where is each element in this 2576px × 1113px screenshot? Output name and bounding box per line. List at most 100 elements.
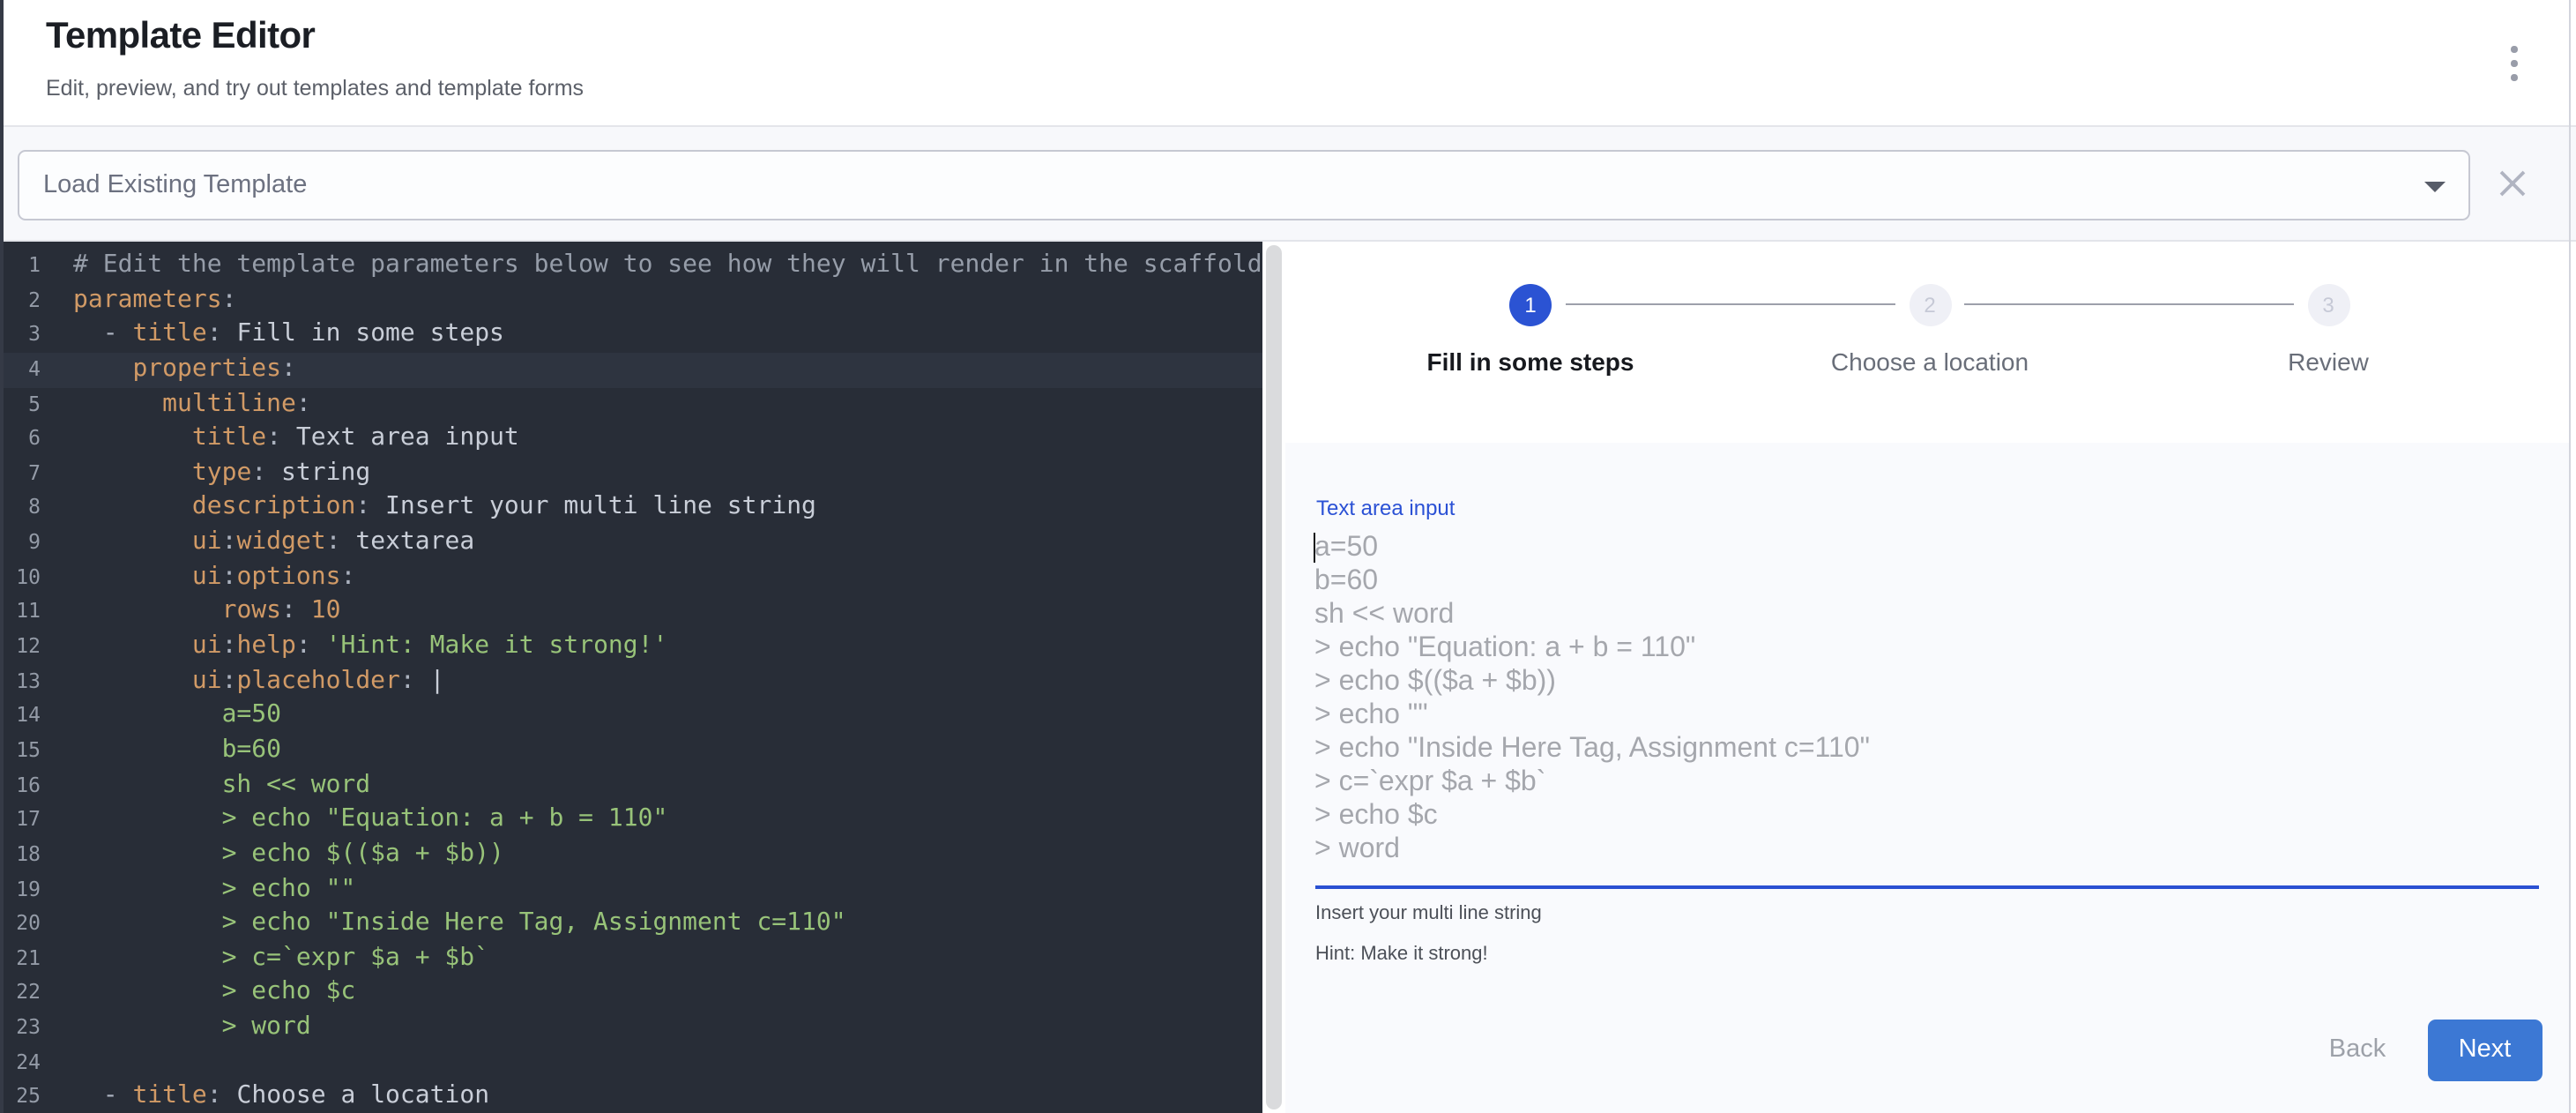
line-code: b=60 [41, 734, 281, 768]
close-icon[interactable] [2497, 168, 2528, 199]
line-number: 18 [0, 838, 41, 872]
field-description: Insert your multi line string [1315, 903, 1542, 924]
line-number: 15 [0, 734, 41, 768]
line-number: 4 [0, 353, 41, 387]
line-code: - title: Fill in some steps [41, 318, 504, 353]
line-code: > echo $(($a + $b)) [41, 838, 504, 872]
step-label-2: Choose a location [1831, 347, 2029, 376]
line-code: > echo "Equation: a + b = 110" [41, 803, 667, 838]
line-code: > echo "" [41, 872, 355, 907]
line-number: 21 [0, 942, 41, 976]
editor-line: 14 a=50 [0, 699, 1262, 734]
editor-line: 18 > echo $(($a + $b)) [0, 838, 1262, 872]
line-number: 22 [0, 976, 41, 1011]
line-code: ui:help: 'Hint: Make it strong!' [41, 630, 667, 664]
line-number: 13 [0, 664, 41, 698]
line-code: description: Insert your multi line stri… [41, 491, 816, 526]
panel-resize-handle[interactable] [1266, 245, 1281, 1109]
editor-line: 4 properties: [0, 353, 1262, 387]
code-editor[interactable]: 1# Edit the template parameters below to… [0, 241, 1262, 1113]
line-number: 16 [0, 768, 41, 803]
line-code: > echo $c [41, 976, 355, 1011]
line-code: ui:placeholder: | [41, 664, 445, 698]
line-number: 11 [0, 595, 41, 630]
placeholder-line: > echo "" [1314, 698, 2538, 732]
editor-line: 7 type: string [0, 457, 1262, 491]
load-template-select-value: Load Existing Template [43, 170, 307, 198]
editor-line: 24 [0, 1045, 1262, 1079]
line-number: 2 [0, 283, 41, 317]
stepper-connector [1963, 303, 2293, 306]
editor-line: 21 > c=`expr $a + $b` [0, 942, 1262, 976]
line-number: 17 [0, 803, 41, 838]
page-subtitle: Edit, preview, and try out templates and… [46, 76, 584, 101]
placeholder-line: > echo $c [1314, 799, 2538, 833]
editor-line: 20 > echo "Inside Here Tag, Assignment c… [0, 907, 1262, 941]
line-code: ui:options: [41, 561, 355, 595]
stepper-connector [1565, 303, 1895, 306]
load-template-select[interactable]: Load Existing Template [17, 150, 2469, 220]
line-code: properties: [41, 353, 296, 387]
field-label: Text area input [1316, 495, 1455, 519]
line-code: > echo "Inside Here Tag, Assignment c=11… [41, 907, 846, 941]
line-number: 8 [0, 491, 41, 526]
line-code: title: Text area input [41, 422, 519, 456]
back-button[interactable]: Back [2317, 1019, 2398, 1080]
preview-panel: 1 Fill in some steps 2 Choose a location 3 Re… [1285, 241, 2576, 1113]
placeholder-line: sh << word [1314, 598, 2538, 631]
line-number: 5 [0, 387, 41, 422]
step-label-3: Review [2288, 347, 2369, 376]
editor-line: 22 > echo $c [0, 976, 1262, 1011]
editor-line: 8 description: Insert your multi line st… [0, 491, 1262, 526]
line-code: rows: 10 [41, 595, 341, 630]
kebab-menu-icon[interactable] [2502, 46, 2527, 81]
editor-line: 12 ui:help: 'Hint: Make it strong!' [0, 630, 1262, 664]
editor-line: 17 > echo "Equation: a + b = 110" [0, 803, 1262, 838]
line-code: a=50 [41, 699, 281, 734]
template-editor-window: Template Editor Edit, preview, and try o… [0, 0, 2576, 1113]
step-label-1: Fill in some steps [1427, 347, 1634, 376]
line-code: > word [41, 1011, 311, 1045]
textarea-focus-underline [1315, 885, 2539, 889]
editor-line: 23 > word [0, 1011, 1262, 1045]
line-number: 14 [0, 699, 41, 734]
placeholder-line: > echo "Inside Here Tag, Assignment c=11… [1314, 732, 2538, 766]
line-number: 25 [0, 1080, 41, 1113]
line-number: 12 [0, 630, 41, 664]
step-circle-2: 2 [1909, 284, 1951, 326]
field-hint: Hint: Make it strong! [1315, 943, 1488, 964]
caret-down-icon [2423, 181, 2445, 191]
editor-line: 11 rows: 10 [0, 595, 1262, 630]
multiline-textarea[interactable]: a=50b=60sh << word> echo "Equation: a + … [1314, 531, 2538, 866]
editor-line: 6 title: Text area input [0, 422, 1262, 456]
editor-line: 13 ui:placeholder: | [0, 664, 1262, 698]
line-number: 23 [0, 1011, 41, 1045]
line-code: type: string [41, 457, 370, 491]
editor-line: 3 - title: Fill in some steps [0, 318, 1262, 353]
editor-line: 16 sh << word [0, 768, 1262, 803]
step-circle-3: 3 [2307, 284, 2349, 326]
placeholder-line: > word [1314, 833, 2538, 866]
line-code: # Edit the template parameters below to … [41, 249, 1262, 283]
main-split: 1 # Edit the template parameters below to… [0, 241, 2576, 1113]
line-number: 9 [0, 526, 41, 560]
placeholder-line: > echo "Equation: a + b = 110" [1314, 631, 2538, 665]
step-circle-1: 1 [1509, 284, 1552, 326]
editor-line: 5 multiline: [0, 387, 1262, 422]
window-left-border [0, 0, 3, 1113]
line-code: multiline: [41, 387, 311, 422]
editor-line: 15 b=60 [0, 734, 1262, 768]
editor-line: 25 - title: Choose a location [0, 1080, 1262, 1113]
line-code: - title: Choose a location [41, 1080, 489, 1113]
placeholder-line: b=60 [1314, 564, 2538, 598]
line-code: > c=`expr $a + $b` [41, 942, 489, 976]
line-number: 3 [0, 318, 41, 353]
placeholder-line: > echo $(($a + $b)) [1314, 665, 2538, 698]
page-title: Template Editor [46, 16, 315, 58]
placeholder-line: a=50 [1314, 531, 2538, 564]
placeholder-line: > c=`expr $a + $b` [1314, 766, 2538, 799]
line-code: parameters: [41, 283, 236, 317]
next-button[interactable]: Next [2428, 1019, 2542, 1080]
editor-line: 10 ui:options: [0, 561, 1262, 595]
line-number: 10 [0, 561, 41, 595]
